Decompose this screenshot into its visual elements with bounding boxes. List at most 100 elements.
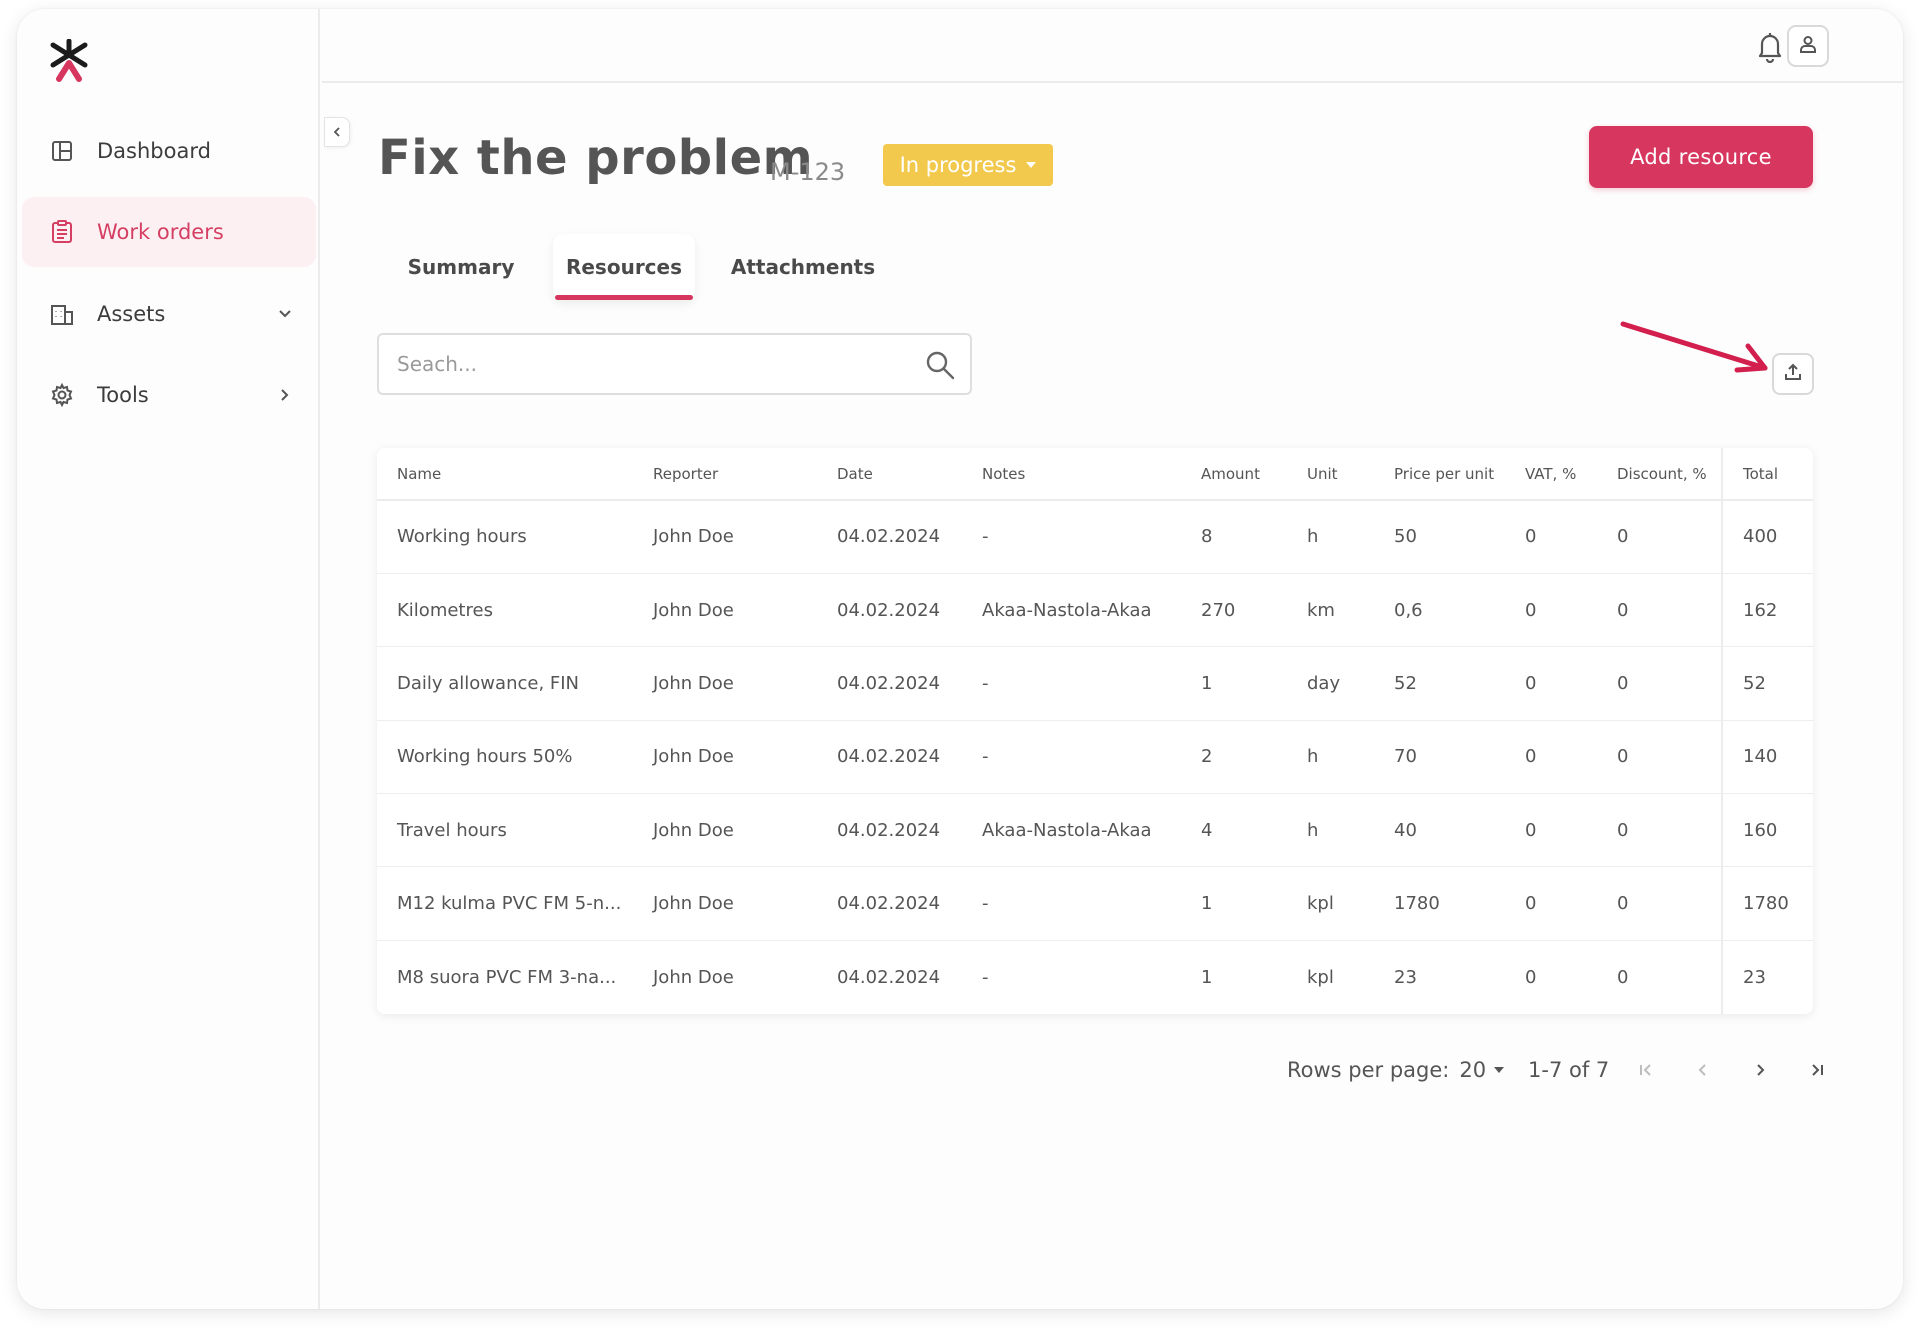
- column-header-notes[interactable]: Notes: [962, 448, 1181, 501]
- cell-date: 04.02.2024: [837, 966, 941, 988]
- status-dropdown[interactable]: In progress: [883, 144, 1053, 186]
- cell-discount: 0: [1597, 793, 1722, 868]
- cell-vat: 0: [1505, 720, 1597, 795]
- work-order-id: M-123: [770, 158, 846, 186]
- cell-reporter: John Doe: [633, 646, 817, 721]
- column-header-date[interactable]: Date: [817, 448, 962, 501]
- collapse-sidebar-button[interactable]: [324, 117, 350, 147]
- column-header-reporter[interactable]: Reporter: [633, 448, 817, 501]
- column-header-discount[interactable]: Discount, %: [1597, 448, 1722, 501]
- sidebar-item-assets[interactable]: Assets: [22, 279, 316, 349]
- cell-price-per-unit: 70: [1374, 720, 1505, 795]
- table-row[interactable]: Daily allowance, FIN John Doe 04.02.2024-1…: [377, 646, 1813, 721]
- export-button[interactable]: [1772, 353, 1814, 395]
- cell-amount: 2: [1181, 720, 1287, 795]
- gear-icon: [49, 382, 75, 408]
- cell-amount: 1: [1181, 866, 1287, 941]
- page-range: 1-7 of 7: [1528, 1058, 1610, 1082]
- cell-notes: -: [982, 966, 989, 988]
- cell-price-per-unit: 23: [1394, 966, 1417, 988]
- rows-per-page-select[interactable]: 20: [1459, 1058, 1505, 1082]
- sidebar-item-tools[interactable]: Tools: [22, 360, 316, 430]
- cell-amount: 4: [1181, 793, 1287, 868]
- add-resource-button[interactable]: Add resource: [1589, 126, 1813, 188]
- cell-date: 04.02.2024: [817, 646, 962, 721]
- column-header-amount[interactable]: Amount: [1181, 448, 1287, 501]
- table-row[interactable]: Working hours John Doe 04.02.2024-8 h 50 0 0 40…: [377, 500, 1813, 574]
- search-icon[interactable]: [924, 349, 956, 381]
- column-header-price-per-unit[interactable]: Price per unit: [1374, 448, 1505, 501]
- table-header-row: Name Reporter Date Notes Amount Unit Pri…: [377, 448, 1813, 501]
- prev-page-icon[interactable]: [1689, 1056, 1717, 1084]
- cell-price-per-unit: 1780: [1374, 866, 1505, 941]
- tab-resources[interactable]: Resources: [553, 234, 695, 300]
- cell-total: 162: [1721, 573, 1813, 648]
- cell-unit: kpl: [1287, 866, 1374, 941]
- search-box: [377, 333, 972, 395]
- cell-unit: km: [1287, 573, 1374, 648]
- cell-reporter: John Doe: [633, 793, 817, 868]
- sidebar-item-work-orders[interactable]: Work orders: [22, 197, 316, 267]
- table-row[interactable]: M12 kulma PVC FM 5-n... John Doe 04.02.202…: [377, 866, 1813, 941]
- column-header-total[interactable]: Total: [1721, 448, 1813, 501]
- clipboard-icon: [49, 219, 75, 245]
- cell-vat: 0: [1505, 573, 1597, 648]
- cell-notes: -: [962, 646, 1181, 721]
- tab-label: Attachments: [730, 255, 876, 279]
- cell-date: 04.02.2024: [817, 866, 962, 941]
- cell-discount: 0: [1597, 500, 1722, 574]
- column-header-unit[interactable]: Unit: [1287, 448, 1374, 501]
- cell-price-per-unit: 52: [1374, 646, 1505, 721]
- cell-reporter: John Doe: [633, 866, 817, 941]
- search-input[interactable]: [397, 335, 897, 393]
- cell-amount: 1: [1181, 646, 1287, 721]
- active-tab-indicator: [555, 295, 693, 300]
- page-title: Fix the problem: [378, 130, 814, 186]
- cell-discount: 0: [1597, 646, 1722, 721]
- tab-summary[interactable]: Summary: [400, 234, 522, 300]
- caret-down-icon: [1494, 1067, 1505, 1073]
- sidebar-item-label: Assets: [97, 302, 166, 326]
- cell-date: 04.02.2024: [817, 793, 962, 868]
- cell-name: Working hours: [377, 500, 633, 574]
- cell-notes: Akaa-Nastola-Akaa: [962, 573, 1181, 648]
- cell-amount: 8: [1181, 500, 1287, 574]
- user-icon: [1798, 34, 1818, 58]
- column-header-name[interactable]: Name: [377, 448, 633, 501]
- cell-reporter: John Doe: [633, 573, 817, 648]
- cell-total: 52: [1721, 646, 1813, 721]
- cell-unit: h: [1287, 793, 1374, 868]
- cell-notes: -: [962, 866, 1181, 941]
- cell-vat: 0: [1505, 793, 1597, 868]
- tab-label: Summary: [407, 255, 515, 279]
- cell-unit: day: [1287, 646, 1374, 721]
- first-page-icon[interactable]: [1632, 1056, 1660, 1084]
- status-label: In progress: [899, 153, 1017, 177]
- cell-discount: 0: [1597, 720, 1722, 795]
- table-row[interactable]: Kilometres John Doe 04.02.2024 Akaa-Nastola…: [377, 573, 1813, 648]
- cell-unit: h: [1287, 720, 1374, 795]
- cell-vat: 0: [1505, 646, 1597, 721]
- chevron-left-icon: [331, 123, 343, 142]
- bell-icon[interactable]: [1755, 31, 1785, 64]
- cell-discount: 0: [1617, 966, 1629, 988]
- table-row[interactable]: M8 suora PVC FM 3-na... John Doe 04.02.202…: [377, 940, 1813, 1014]
- cell-name: Daily allowance, FIN: [377, 646, 633, 721]
- cell-total: 140: [1721, 720, 1813, 795]
- sidebar-item-dashboard[interactable]: Dashboard: [22, 116, 316, 186]
- last-page-icon[interactable]: [1803, 1056, 1831, 1084]
- table-row[interactable]: Working hours 50% John Doe 04.02.2024-2 h 70…: [377, 720, 1813, 795]
- cell-name: M12 kulma PVC FM 5-n...: [377, 866, 633, 941]
- cell-reporter: John Doe: [653, 966, 734, 988]
- profile-button[interactable]: [1787, 25, 1829, 67]
- dashboard-icon: [49, 138, 75, 164]
- cell-discount: 0: [1597, 866, 1722, 941]
- cell-vat: 0: [1525, 966, 1537, 988]
- next-page-icon[interactable]: [1746, 1056, 1774, 1084]
- column-header-vat[interactable]: VAT, %: [1505, 448, 1597, 501]
- sidebar-item-label: Work orders: [97, 220, 224, 244]
- cell-reporter: John Doe: [633, 720, 817, 795]
- tab-attachments[interactable]: Attachments: [728, 234, 878, 300]
- app-logo[interactable]: [47, 38, 91, 83]
- table-row[interactable]: Travel hours John Doe 04.02.2024 Akaa-Nasto…: [377, 793, 1813, 868]
